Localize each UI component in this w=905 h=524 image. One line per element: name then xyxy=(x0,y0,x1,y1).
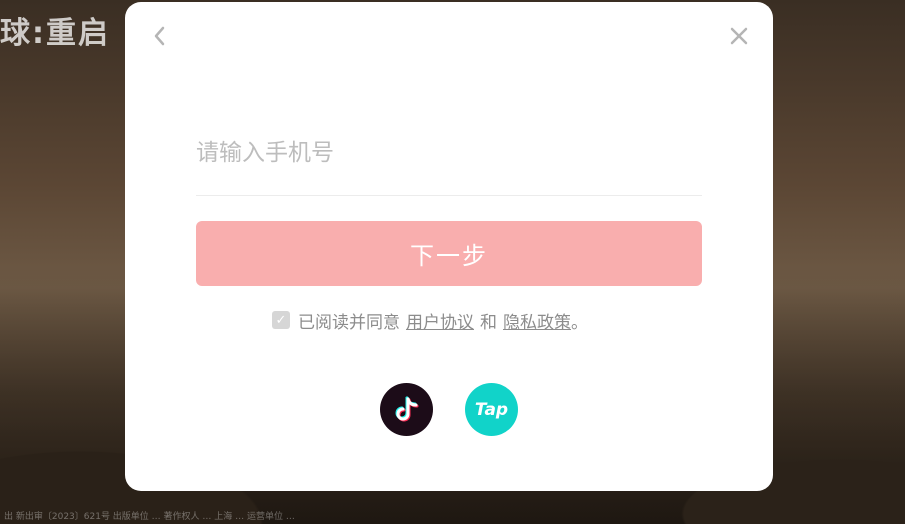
chevron-left-icon xyxy=(154,26,165,46)
next-step-button[interactable]: 下一步 xyxy=(196,221,702,286)
douyin-login-button[interactable] xyxy=(380,383,433,436)
privacy-policy-link[interactable]: 隐私政策 xyxy=(503,308,571,333)
close-icon xyxy=(730,27,748,45)
agreement-checkbox[interactable]: ✓ xyxy=(272,311,290,329)
social-login-row: Tap xyxy=(380,383,518,436)
taptap-login-button[interactable]: Tap xyxy=(465,383,518,436)
phone-input[interactable] xyxy=(196,130,702,176)
close-button[interactable] xyxy=(727,22,751,50)
taptap-icon: Tap xyxy=(474,399,509,420)
agree-prefix-text: 已阅读并同意 xyxy=(298,312,400,333)
and-text: 和 xyxy=(480,312,497,333)
douyin-icon xyxy=(395,396,418,421)
user-agreement-link[interactable]: 用户协议 xyxy=(406,308,474,333)
back-button[interactable] xyxy=(147,22,171,50)
login-modal: 下一步 ✓ 已阅读并同意 用户协议 和 隐私政策。 Tap xyxy=(125,2,773,491)
agreement-row: ✓ 已阅读并同意 用户协议 和 隐私政策。 xyxy=(272,307,588,333)
license-footer: 出 新出审〔2023〕621号 出版单位 … 著作权人 … 上海 … 运营单位 … xyxy=(4,512,295,522)
game-logo: 球:重启 xyxy=(0,16,110,51)
phone-field xyxy=(196,130,702,196)
period-text: 。 xyxy=(571,312,588,333)
